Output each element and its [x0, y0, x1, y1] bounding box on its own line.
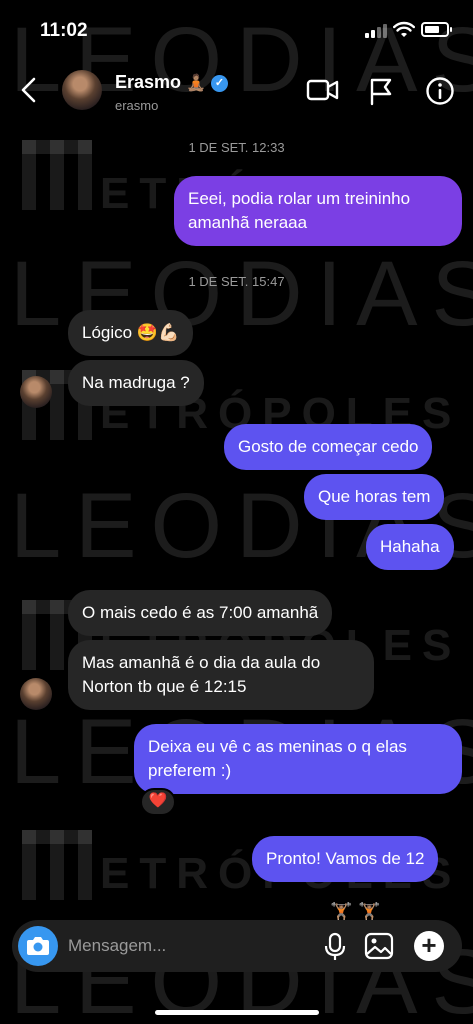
video-call-icon[interactable]: [306, 76, 340, 104]
contact-name-text: Erasmo: [115, 72, 182, 92]
message-bubble-incoming[interactable]: Lógico 🤩💪🏻: [68, 310, 194, 356]
message-bubble-outgoing[interactable]: Hahaha: [366, 524, 454, 570]
timestamp: 1 DE SET. 12:33: [188, 140, 285, 155]
avatar[interactable]: [62, 70, 102, 110]
message-bubble-incoming[interactable]: Mas amanhã é o dia da aula do Norton tb …: [68, 640, 374, 710]
name-emoji: 🧘🏽: [186, 75, 206, 92]
timestamp: 1 DE SET. 15:47: [188, 274, 285, 289]
message-bubble-incoming[interactable]: Na madruga ?: [68, 360, 204, 406]
message-text: Gosto de começar cedo: [238, 437, 419, 456]
heart-reaction[interactable]: ❤️: [140, 788, 176, 816]
message-text: Que horas tem: [318, 487, 431, 506]
message-text: Lógico 🤩💪🏻: [82, 323, 180, 342]
camera-icon: [27, 937, 49, 955]
avatar[interactable]: [20, 376, 52, 408]
message-text: O mais cedo é as 7:00 amanhã: [82, 603, 319, 622]
flag-icon[interactable]: [368, 76, 394, 106]
avatar[interactable]: [20, 678, 52, 710]
message-bubble-outgoing[interactable]: Que horas tem: [304, 474, 445, 520]
message-text: Pronto! Vamos de 12: [266, 849, 425, 868]
info-icon[interactable]: [425, 76, 455, 106]
message-text: Mas amanhã é o dia da aula do Norton tb …: [82, 653, 321, 696]
message-bubble-incoming[interactable]: O mais cedo é as 7:00 amanhã: [68, 590, 333, 636]
message-thread[interactable]: 1 DE SET. 12:33 Eeei, podia rolar um tre…: [0, 124, 473, 914]
message-input[interactable]: [68, 934, 268, 958]
signal-icon: [365, 24, 387, 38]
camera-button[interactable]: [18, 926, 58, 966]
message-text: Na madruga ?: [82, 373, 190, 392]
status-time: 11:02: [40, 20, 88, 41]
message-text: Hahaha: [380, 537, 440, 556]
back-icon[interactable]: [18, 76, 40, 104]
message-bubble-outgoing[interactable]: Deixa eu vê c as meninas o q elas prefer…: [134, 724, 462, 794]
battery-icon: [421, 22, 452, 37]
message-bubble-outgoing[interactable]: Pronto! Vamos de 12: [252, 836, 439, 882]
message-bubble-outgoing[interactable]: Eeei, podia rolar um treininho amanhã ne…: [174, 176, 462, 246]
verified-icon: ✓: [211, 75, 228, 92]
message-text: Eeei, podia rolar um treininho amanhã ne…: [188, 189, 411, 232]
add-icon[interactable]: +: [414, 931, 444, 961]
contact-name[interactable]: Erasmo 🧘🏽 ✓: [115, 72, 228, 93]
status-bar: 11:02: [0, 0, 473, 58]
home-indicator: [155, 1010, 319, 1015]
message-composer: +: [12, 920, 462, 972]
gallery-icon[interactable]: [364, 932, 394, 960]
contact-username: erasmo: [115, 98, 159, 113]
microphone-icon[interactable]: [324, 932, 346, 962]
message-text: Deixa eu vê c as meninas o q elas prefer…: [148, 737, 407, 780]
wifi-icon: [393, 21, 415, 37]
message-bubble-outgoing[interactable]: Gosto de começar cedo: [224, 424, 433, 470]
chat-header: Erasmo 🧘🏽 ✓ erasmo: [0, 58, 473, 124]
